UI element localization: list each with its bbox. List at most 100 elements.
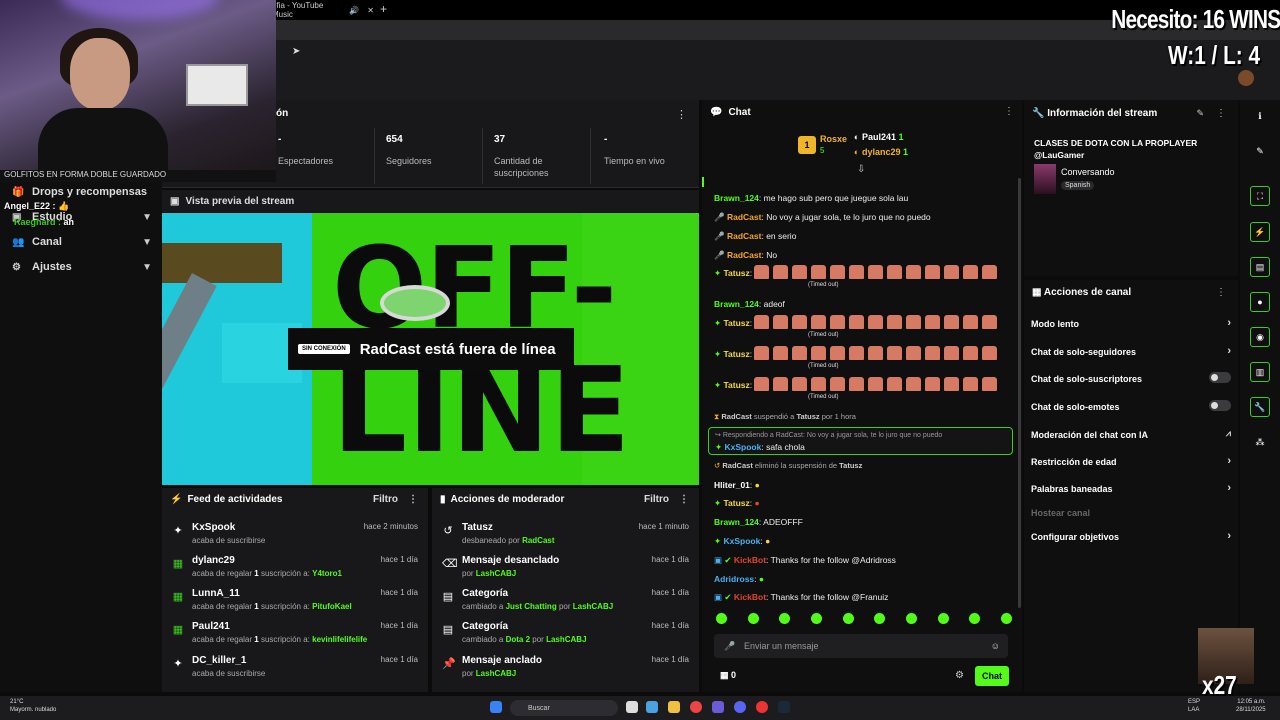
chat-message[interactable]: 🎤 RadCast: No — [714, 250, 777, 261]
folder-icon[interactable] — [668, 701, 680, 713]
action-subs-only[interactable]: Chat de solo-suscriptores — [1031, 372, 1231, 384]
chat-message[interactable]: ▣ ✔ KickBot: Thanks for the follow @Adri… — [714, 555, 896, 566]
gift-leaderboard[interactable]: 1 Rosxe 5 ◐ Paul241 1 ◐ dylanc29 1 — [798, 130, 938, 162]
chat-message[interactable]: 🎤 RadCast: No voy a jugar sola, te lo ju… — [714, 212, 931, 223]
list-item[interactable]: ▤ Categoría cambiado a Just Chatting por… — [442, 588, 689, 618]
chevron-down-icon[interactable]: ⇩ — [857, 164, 865, 175]
windows-start-icon[interactable] — [490, 701, 502, 713]
action-goals[interactable]: Configurar objetivos › — [1031, 530, 1231, 542]
close-icon[interactable]: ✕ — [367, 6, 374, 15]
more-icon[interactable]: ⋮ — [1216, 287, 1226, 298]
steam-icon[interactable] — [778, 701, 790, 713]
chat-message[interactable]: Brawn_124: adeof — [714, 299, 785, 309]
chat-message[interactable]: Brawn_124: ADEOFFF — [714, 517, 803, 527]
list-item[interactable]: ▤ Categoría cambiado a Dota 2 por LashCA… — [442, 621, 689, 651]
emote-icon — [944, 377, 959, 391]
nav-item-drops[interactable]: 🎁 Drops y recompensas — [12, 182, 152, 202]
subs-only-toggle[interactable] — [1209, 372, 1231, 383]
chat-message[interactable]: Adridross: ● — [714, 574, 764, 584]
language-indicator[interactable]: ESP LAA — [1188, 698, 1200, 714]
chrome-icon[interactable] — [690, 701, 702, 713]
layout-icon[interactable]: ▥ — [1250, 362, 1270, 382]
clock[interactable]: 12:05 a.m. 28/11/2025 — [1236, 698, 1266, 714]
chat-message[interactable]: ✦ Tatusz: — [714, 318, 752, 329]
emote-icon[interactable] — [842, 613, 854, 624]
nav-item-channel[interactable]: 👥 Canal ▼ — [12, 232, 152, 252]
light-glow — [60, 0, 220, 20]
list-item[interactable]: 📌 Mensaje anclado por LashCABJ hace 1 dí… — [442, 655, 689, 685]
points-counter[interactable]: ▦ 0 — [720, 670, 736, 681]
emote-icon[interactable] — [905, 613, 917, 624]
app-icon[interactable] — [646, 701, 658, 713]
chat-message[interactable]: Brawn_124: me hago sub pero que juegue s… — [714, 193, 908, 203]
emote-icon[interactable] — [716, 613, 727, 624]
chat-message[interactable]: ✦ Tatusz: — [714, 380, 752, 391]
emoji-icon[interactable]: ☺ — [991, 641, 1000, 651]
weather-widget[interactable]: 21°C Mayorm. nublado — [10, 698, 56, 714]
emotes-only-toggle[interactable] — [1209, 400, 1231, 411]
chevron-down-icon: ▼ — [142, 261, 152, 273]
chat-message[interactable]: ✦ Tatusz: — [714, 349, 752, 360]
taskbar-search[interactable]: Buscar — [510, 700, 618, 716]
chat-message[interactable]: ✦ Tatusz: ● — [714, 498, 760, 509]
chat-message[interactable]: 🎤 RadCast: en serio — [714, 231, 796, 242]
more-icon[interactable]: ⋮ — [679, 494, 689, 505]
action-ai-moderation[interactable]: Moderación del chat con IA ⩘ — [1031, 428, 1231, 440]
document-icon[interactable]: ▤ — [1250, 257, 1270, 277]
filter-button[interactable]: Filtro — [373, 494, 398, 505]
task-view-icon[interactable] — [626, 701, 638, 713]
emote-icon[interactable] — [779, 613, 791, 624]
expand-icon[interactable]: ⛶ — [1250, 186, 1270, 206]
bolt-icon[interactable]: ⚡ — [1250, 222, 1270, 242]
gear-icon[interactable]: ⚙ — [955, 670, 964, 681]
action-slow-mode[interactable]: Modo lento › — [1031, 317, 1231, 329]
discord-icon[interactable] — [734, 701, 746, 713]
emote-icon — [887, 315, 902, 329]
list-item[interactable]: ⌫ Mensaje desanclado por LashCABJ hace 1… — [442, 555, 689, 585]
divider — [590, 128, 591, 184]
reply-message[interactable]: ↪ Respondiendo a RadCast: No voy a jugar… — [708, 427, 1013, 455]
more-icon[interactable]: ⋮ — [676, 108, 687, 121]
wrench-icon[interactable]: 🔧 — [1250, 397, 1270, 417]
filter-button[interactable]: Filtro — [644, 494, 669, 505]
app-icon[interactable] — [712, 701, 724, 713]
list-item[interactable]: ↺ Tatusz desbaneado por RadCast hace 1 m… — [442, 522, 689, 552]
more-icon[interactable]: ⋮ — [1216, 108, 1226, 119]
more-icon[interactable]: ⋮ — [408, 494, 418, 505]
pencil-icon[interactable]: ✎ — [1250, 141, 1270, 161]
list-item[interactable]: ▦ dylanc29 acaba de regalar 1 suscripció… — [172, 555, 418, 585]
info-icon[interactable]: ℹ — [1250, 106, 1270, 126]
action-age-restriction[interactable]: Restricción de edad › — [1031, 455, 1231, 467]
new-tab-button[interactable]: + — [380, 2, 387, 16]
browser-tab[interactable]: ofia - YouTube Music 🔊 ✕ — [264, 0, 374, 20]
chat-message[interactable]: ✦ Tatusz: — [714, 268, 752, 279]
action-followers-only[interactable]: Chat de solo-seguidores › — [1031, 345, 1231, 357]
chat-message[interactable]: ▣ ✔ KickBot: Thanks for the follow @Fran… — [714, 592, 888, 603]
chat-message[interactable]: Hliter_01: ● — [714, 480, 760, 490]
action-banned-words[interactable]: Palabras baneadas › — [1031, 482, 1231, 494]
emote-icon[interactable] — [747, 613, 759, 624]
more-icon[interactable]: ⋮ — [1004, 106, 1014, 117]
chat-scrollbar[interactable] — [1018, 178, 1021, 608]
list-item[interactable]: ▦ Paul241 acaba de regalar 1 suscripción… — [172, 621, 418, 651]
emote-icon[interactable] — [874, 613, 886, 624]
send-chat-button[interactable]: Chat — [975, 666, 1009, 686]
avatar[interactable] — [1238, 70, 1254, 86]
chat-input[interactable]: 🎤 Enviar un mensaje ☺ — [714, 634, 1008, 658]
emote-icon[interactable] — [810, 613, 822, 624]
list-item[interactable]: ✦ DC_killer_1 acaba de suscribirse hace … — [172, 655, 418, 685]
edit-icon[interactable]: ✎ — [1196, 108, 1204, 119]
app-icon[interactable] — [756, 701, 768, 713]
action-emotes-only[interactable]: Chat de solo-emotes — [1031, 400, 1231, 412]
list-item[interactable]: ✦ KxSpook acaba de suscribirse hace 2 mi… — [172, 522, 418, 552]
chat-message[interactable]: ✦ KxSpook: ● — [714, 536, 770, 547]
list-item[interactable]: ▦ LunnA_11 acaba de regalar 1 suscripció… — [172, 588, 418, 618]
nav-item-settings[interactable]: ⚙ Ajustes ▼ — [12, 257, 152, 277]
nodes-icon[interactable]: ⁂ — [1250, 432, 1270, 452]
chat-bubble-icon[interactable]: ● — [1250, 292, 1270, 312]
broadcast-icon[interactable]: ◉ — [1250, 327, 1270, 347]
emote-icon[interactable] — [1000, 613, 1012, 624]
emote-icon[interactable] — [937, 613, 949, 624]
emote-icon[interactable] — [969, 613, 981, 624]
speaker-icon[interactable]: 🔊 — [349, 6, 359, 15]
